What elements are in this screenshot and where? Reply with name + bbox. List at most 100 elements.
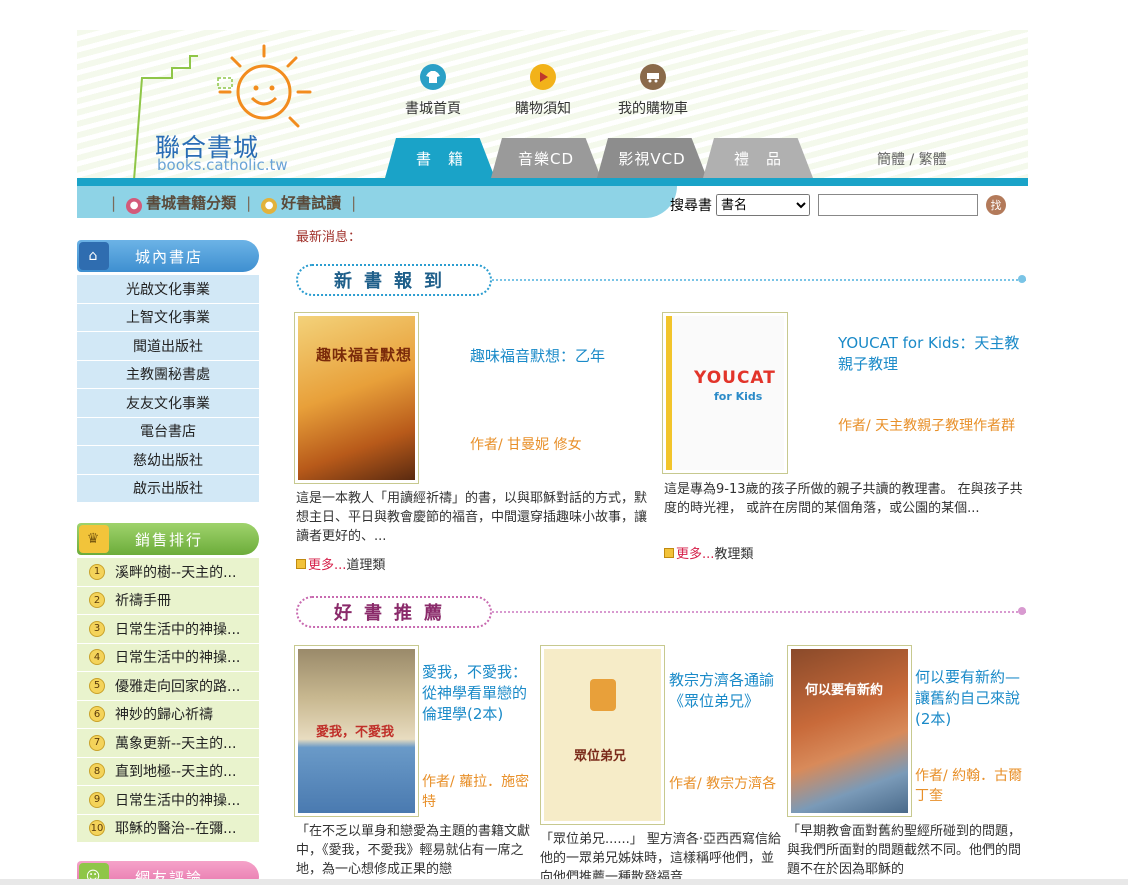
store-item[interactable]: 慈幼出版社: [77, 446, 259, 475]
divider-dot: [1018, 275, 1026, 283]
recommend-title: 好書推薦: [296, 596, 492, 628]
rank-item[interactable]: 9 日常生活中的神操...: [77, 786, 259, 815]
reading-icon: ●: [261, 198, 278, 214]
rank-title: 溪畔的樹--天主的...: [115, 564, 237, 581]
rank-number: 4: [89, 649, 105, 666]
store-item[interactable]: 上智文化事業: [77, 303, 259, 332]
book-description: 「早期教會面對舊約聖經所碰到的問題，與我們所面對的問題截然不同。他們的問題不在於…: [787, 824, 1022, 877]
rank-title: 耶穌的醫治--在彌...: [115, 821, 237, 838]
page: 聯合書城 books.catholic.tw 書城首頁 購物須知 我的購物車 書…: [0, 0, 1128, 885]
book-cover-image: YOUCAT for Kids: [666, 316, 784, 470]
separator: |: [246, 194, 252, 212]
sales-ranking-list: 1 溪畔的樹--天主的... 2 祈禱手冊 3 日常生活中的神操... 4 日常生活中的…: [77, 558, 259, 843]
new-books-header: 新書報到: [296, 264, 1026, 300]
book-categories-link[interactable]: ● 書城書籍分類: [126, 192, 236, 214]
book-more: 更多... 教理類: [664, 543, 753, 562]
rank-title: 優雅走向回家的路...: [115, 678, 241, 695]
cover-title: 眾位弟兄: [574, 749, 627, 764]
book-categories-label: 書城書籍分類: [146, 194, 237, 212]
tab-video-vcd[interactable]: 影視VCD: [597, 138, 707, 178]
store-item[interactable]: 主教團秘書處: [77, 360, 259, 389]
book-author: 作者/ 甘曼妮 修女: [470, 437, 582, 453]
book-title-link[interactable]: YOUCAT for Kids：天主教親子教理: [838, 333, 1028, 375]
news-label: 最新消息：: [296, 230, 362, 245]
rank-item[interactable]: 2 祈禱手冊: [77, 586, 259, 615]
horizontal-scrollbar[interactable]: [0, 879, 1128, 885]
book-description: 「在不乏以單身和戀愛為主題的書籍文獻中，《愛我，不愛我》輕易就佔有一席之地，為一…: [296, 824, 531, 877]
book-title-link[interactable]: 趣味福音默想：乙年: [470, 346, 640, 367]
book-cover-image: 愛我，不愛我: [298, 649, 415, 813]
store-item[interactable]: 光啟文化事業: [77, 275, 259, 304]
rank-item[interactable]: 1 溪畔的樹--天主的...: [77, 558, 259, 587]
book-author: 作者/ 教宗方濟各: [669, 776, 777, 792]
book-preview-link[interactable]: ● 好書試讀: [261, 192, 341, 214]
more-link[interactable]: 更多...: [676, 543, 714, 562]
building-icon: ⌂: [79, 242, 109, 270]
separator: |: [351, 194, 357, 212]
crown-icon: ♛: [79, 525, 109, 553]
store-item[interactable]: 電台書店: [77, 417, 259, 446]
search-input[interactable]: [818, 194, 978, 216]
book-description: 這是一本教人「用讀經祈禱」的書，以與耶穌對話的方式，默想主日、平日與教會慶節的福…: [296, 491, 648, 544]
cover-subtitle: for Kids: [714, 390, 763, 403]
rank-item[interactable]: 6 神妙的歸心祈禱: [77, 700, 259, 729]
rank-number: 8: [89, 763, 105, 780]
tab-gifts[interactable]: 禮 品: [703, 138, 813, 178]
book-icon: ●: [126, 198, 143, 214]
book-cover[interactable]: 愛我，不愛我: [294, 645, 419, 817]
nav-home-label: 書城首頁: [405, 101, 461, 117]
book-cover[interactable]: 眾位弟兄: [540, 645, 665, 825]
stores-header: ⌂ 城內書店: [77, 240, 259, 272]
papal-seal-icon: [590, 679, 616, 711]
rank-item[interactable]: 8 直到地極--天主的...: [77, 757, 259, 786]
book-preview-label: 好書試讀: [281, 194, 342, 212]
separator: |: [111, 194, 117, 212]
nav-shopping-info-label: 購物須知: [515, 101, 571, 117]
cover-title: YOUCAT: [694, 368, 776, 388]
store-item[interactable]: 友友文化事業: [77, 389, 259, 418]
book-category[interactable]: 道理類: [346, 554, 385, 573]
rank-item[interactable]: 7 萬象更新--天主的...: [77, 729, 259, 758]
book-cover-image: 趣味福音默想: [298, 316, 415, 480]
rank-item[interactable]: 4 日常生活中的神操...: [77, 643, 259, 672]
arrow-icon: [296, 558, 306, 569]
book-cover-image: 何以要有新約: [791, 649, 908, 813]
language-switch[interactable]: 簡體 / 繁體: [877, 149, 947, 169]
tab-music-cd[interactable]: 音樂CD: [491, 138, 601, 178]
rank-number: 1: [89, 563, 105, 580]
store-item[interactable]: 啟示出版社: [77, 474, 259, 503]
header: 聯合書城 books.catholic.tw 書城首頁 購物須知 我的購物車 書…: [77, 0, 1028, 218]
cover-title: 何以要有新約: [805, 683, 884, 698]
nav-cart-label: 我的購物車: [618, 101, 688, 117]
book-author: 作者/ 蘿拉．施密特: [422, 774, 530, 810]
rank-title: 日常生活中的神操...: [115, 792, 241, 809]
category-tabs: 書 籍 音樂CD 影視VCD 禮 品: [385, 138, 813, 178]
rank-number: 2: [89, 592, 105, 609]
rank-item[interactable]: 5 優雅走向回家的路...: [77, 672, 259, 701]
rank-title: 萬象更新--天主的...: [115, 735, 237, 752]
rank-number: 9: [89, 791, 105, 808]
rank-item[interactable]: 10 耶穌的醫治--在彌...: [77, 814, 259, 843]
book-title-link[interactable]: 愛我，不愛我：從神學看單戀的倫理學(2本): [422, 662, 532, 725]
book-category[interactable]: 教理類: [714, 543, 753, 562]
nav-home[interactable]: 書城首頁: [397, 64, 469, 118]
rank-title: 祈禱手冊: [115, 593, 171, 610]
nav-shopping-info[interactable]: 購物須知: [507, 64, 579, 118]
divider-dot: [1018, 607, 1026, 615]
rank-item[interactable]: 3 日常生活中的神操...: [77, 615, 259, 644]
store-item[interactable]: 聞道出版社: [77, 332, 259, 361]
more-link[interactable]: 更多...: [308, 554, 346, 573]
nav-cart[interactable]: 我的購物車: [617, 64, 689, 118]
book-cover[interactable]: 趣味福音默想: [294, 312, 419, 484]
arrow-icon: [664, 547, 674, 558]
book-title-link[interactable]: 教宗方濟各通諭《眾位弟兄》: [669, 670, 779, 712]
book-title-link[interactable]: 何以要有新約—讓舊約自己來說 (2本): [915, 667, 1027, 730]
book-cover[interactable]: 何以要有新約: [787, 645, 912, 817]
header-divider: [77, 178, 1028, 186]
sales-title: 銷售排行: [135, 530, 204, 549]
rank-number: 3: [89, 620, 105, 637]
search-button[interactable]: 找: [986, 195, 1006, 215]
search-type-select[interactable]: 書名: [716, 194, 810, 216]
book-cover[interactable]: YOUCAT for Kids: [662, 312, 788, 474]
tab-books[interactable]: 書 籍: [385, 138, 495, 178]
